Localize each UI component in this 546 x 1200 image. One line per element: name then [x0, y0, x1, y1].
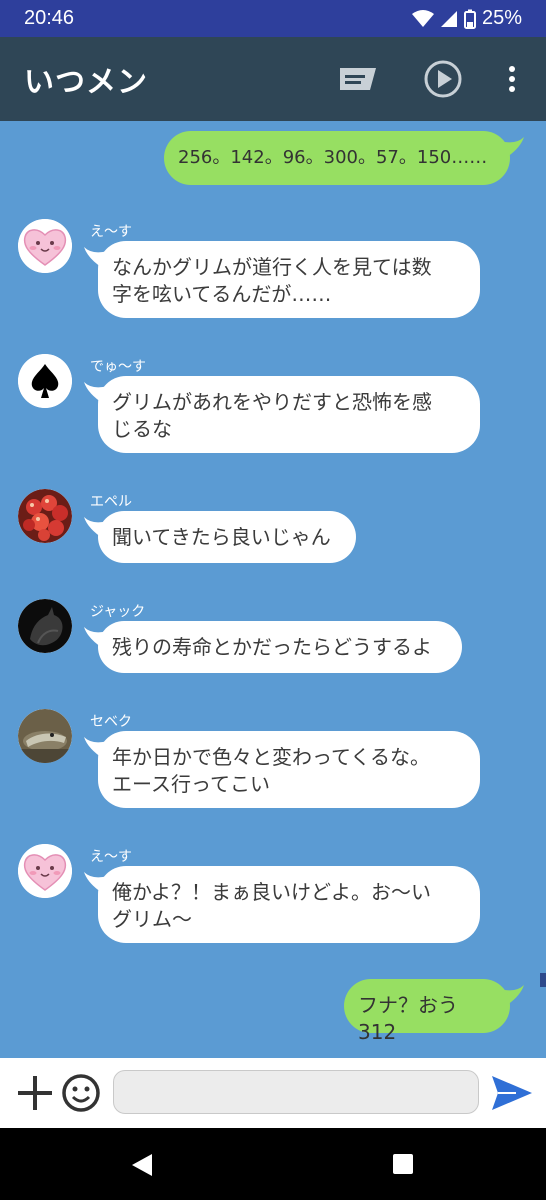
message-bubble-outgoing[interactable]: 256。142。96。300。57。150……: [164, 131, 510, 185]
wifi-icon: [411, 9, 434, 27]
status-time: 20:46: [24, 7, 75, 29]
status-bar: 20:46 25%: [0, 0, 546, 37]
battery-icon: [463, 9, 476, 29]
sender-name: え〜す: [90, 849, 132, 865]
send-icon[interactable]: [490, 1074, 534, 1112]
add-icon[interactable]: [16, 1074, 54, 1112]
avatar-apples[interactable]: [18, 489, 72, 543]
avatar-crocodile[interactable]: [18, 709, 72, 763]
message-bubble-incoming[interactable]: 年か日かで色々と変わってくるな。 エース行ってこい: [98, 731, 480, 808]
system-nav-bar: [0, 1128, 546, 1200]
message-input[interactable]: [113, 1070, 479, 1114]
chat-title: いつメン: [24, 65, 148, 100]
notes-icon[interactable]: [338, 66, 378, 92]
message-bubble-incoming[interactable]: 残りの寿命とかだったらどうするよ: [98, 621, 462, 673]
cellular-signal-icon: [440, 10, 457, 27]
sender-name: セベク: [90, 714, 132, 730]
message-bubble-incoming[interactable]: グリムがあれをやりだすと恐怖を感 じるな: [98, 376, 480, 453]
avatar-heart-face[interactable]: [18, 219, 72, 273]
sender-name: でゅ〜す: [90, 359, 146, 375]
sender-name: え〜す: [90, 224, 132, 240]
chat-header: いつメン: [0, 37, 546, 121]
play-icon[interactable]: [424, 60, 462, 98]
more-vert-icon[interactable]: [506, 65, 518, 93]
status-icons: 25%: [411, 7, 522, 30]
avatar-heart-face[interactable]: [18, 844, 72, 898]
message-bubble-incoming[interactable]: なんかグリムが道行く人を見ては数 字を呟いてるんだが……: [98, 241, 480, 318]
sender-name: ジャック: [90, 604, 146, 620]
avatar-wolf-silhouette[interactable]: [18, 599, 72, 653]
message-bubble-incoming[interactable]: 聞いてきたら良いじゃん: [98, 511, 356, 563]
back-icon[interactable]: [130, 1152, 154, 1178]
avatar-spade[interactable]: [18, 354, 72, 408]
battery-percent: 25%: [481, 7, 522, 29]
emoji-icon[interactable]: [61, 1073, 101, 1113]
home-icon[interactable]: [392, 1153, 414, 1175]
message-bubble-incoming[interactable]: 俺かよ？！まぁ良いけどよ。お〜い グリム〜: [98, 866, 480, 943]
message-bubble-outgoing[interactable]: フナ？おう312: [344, 979, 510, 1044]
sender-name: エペル: [90, 494, 132, 510]
message-input-bar: [0, 1058, 546, 1128]
scroll-indicator[interactable]: [540, 973, 546, 987]
chat-area[interactable]: 256。142。96。300。57。150…… え〜す なんかグリムが道行く人を…: [0, 121, 546, 1058]
